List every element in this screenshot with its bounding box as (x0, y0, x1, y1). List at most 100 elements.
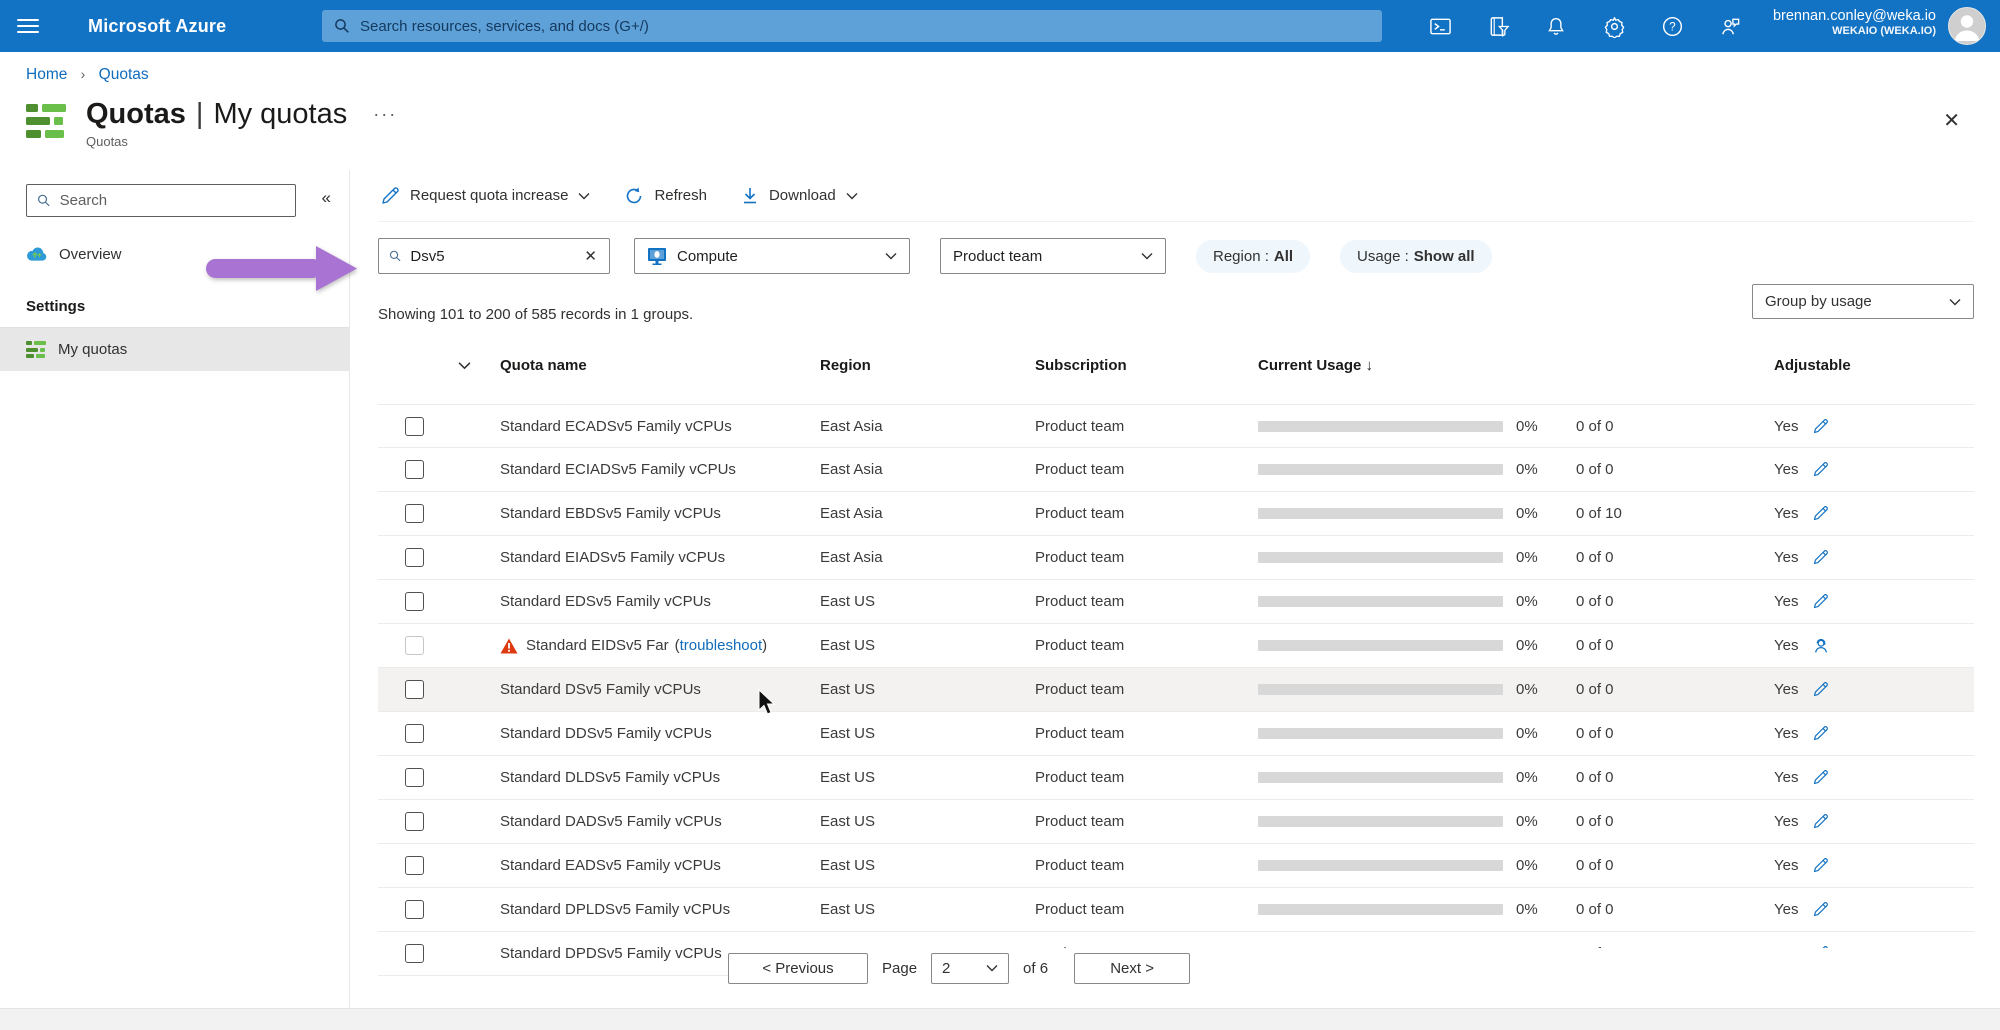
subscription-dropdown[interactable]: Product team (940, 238, 1166, 274)
quota-filter-search-box[interactable]: ✕ (378, 238, 610, 274)
usage-progress-bar (1258, 772, 1503, 783)
row-checkbox[interactable] (405, 944, 424, 963)
avatar[interactable] (1948, 7, 1986, 45)
usage-percent: 0% (1516, 813, 1538, 830)
usage-count: 0 of 0 (1576, 417, 1614, 435)
close-icon[interactable]: ✕ (1943, 108, 1960, 133)
global-search-bar[interactable] (322, 10, 1382, 42)
download-button[interactable]: Download (739, 182, 860, 210)
row-checkbox[interactable] (405, 548, 424, 567)
cloud-shell-icon[interactable] (1428, 14, 1452, 38)
chevron-down-icon (885, 253, 897, 260)
table-row[interactable]: Standard EBDSv5 Family vCPUs East Asia Pro… (378, 492, 1974, 536)
column-header-adjustable[interactable]: Adjustable (1774, 357, 1974, 374)
column-header-current-usage[interactable]: Current Usage ↓ (1258, 357, 1516, 374)
next-page-button[interactable]: Next > (1074, 952, 1191, 984)
sidebar-search-input[interactable] (59, 192, 285, 209)
row-checkbox[interactable] (405, 460, 424, 479)
settings-gear-icon[interactable] (1602, 14, 1626, 38)
table-row[interactable]: Standard EIDSv5 Far (troubleshoot) East US… (378, 624, 1974, 668)
hamburger-menu-icon[interactable] (0, 0, 56, 52)
group-collapse-icon[interactable] (458, 361, 500, 370)
notifications-bell-icon[interactable] (1544, 14, 1568, 38)
row-checkbox[interactable] (405, 812, 424, 831)
row-checkbox[interactable] (405, 856, 424, 875)
sidebar-collapse-icon[interactable]: « (322, 188, 331, 208)
azure-brand-logo[interactable]: Microsoft Azure (88, 16, 226, 37)
adjustable-value: Yes (1774, 681, 1799, 698)
edit-pencil-icon[interactable] (1812, 813, 1829, 830)
sidebar-item-label: Overview (59, 245, 122, 263)
account-menu[interactable]: brennan.conley@weka.io WEKAIO (WEKA.IO) (1773, 7, 1936, 39)
table-row[interactable]: Standard DADSv5 Family vCPUs East US Produ… (378, 800, 1974, 844)
table-row[interactable]: Standard ECIADSv5 Family vCPUs East Asia P… (378, 448, 1974, 492)
table-row[interactable]: Standard EDSv5 Family vCPUs East US Produc… (378, 580, 1974, 624)
table-row[interactable]: Standard DDSv5 Family vCPUs East US Produc… (378, 712, 1974, 756)
more-options-icon[interactable]: ··· (373, 104, 397, 125)
row-checkbox[interactable] (405, 416, 424, 436)
table-row[interactable]: Standard DPLDSv5 Family vCPUs East US Prod… (378, 888, 1974, 932)
search-icon (389, 250, 401, 262)
edit-pencil-icon[interactable] (1812, 681, 1829, 698)
edit-pencil-icon[interactable] (1812, 505, 1829, 522)
table-row[interactable]: Standard ECADSv5 Family vCPUs East Asia Pr… (378, 404, 1974, 448)
edit-pencil-icon[interactable] (1812, 593, 1829, 610)
subscription-cell: Product team (1035, 857, 1125, 874)
edit-pencil-icon[interactable] (1812, 769, 1829, 786)
edit-pencil-icon[interactable] (1812, 857, 1829, 874)
edit-pencil-icon[interactable] (1812, 461, 1829, 478)
breadcrumb-quotas-link[interactable]: Quotas (99, 66, 149, 83)
group-by-dropdown[interactable]: Group by usage (1752, 284, 1974, 319)
edit-pencil-icon[interactable] (1812, 418, 1829, 435)
row-checkbox[interactable] (405, 724, 424, 743)
edit-pencil-icon[interactable] (1812, 901, 1829, 918)
previous-page-button[interactable]: < Previous (728, 952, 868, 984)
row-checkbox[interactable] (405, 768, 424, 787)
row-checkbox[interactable] (405, 504, 424, 523)
table-row[interactable]: Standard EADSv5 Family vCPUs East US Produ… (378, 844, 1974, 888)
usage-count: 0 of 0 (1576, 857, 1614, 874)
region-filter-pill[interactable]: Region : All (1196, 239, 1311, 273)
sidebar-search-box[interactable] (26, 184, 296, 217)
global-search-input[interactable] (360, 17, 1370, 35)
support-request-icon[interactable] (1812, 637, 1830, 655)
region-cell: East US (820, 901, 876, 918)
usage-percent: 0% (1516, 725, 1538, 742)
sidebar-item-overview[interactable]: Overview (0, 234, 349, 274)
refresh-button[interactable]: Refresh (622, 182, 709, 210)
sidebar-item-my-quotas[interactable]: My quotas (0, 327, 349, 371)
quota-filter-input[interactable] (410, 247, 574, 265)
breadcrumb-home-link[interactable]: Home (26, 66, 67, 83)
table-row[interactable]: Standard EIADSv5 Family vCPUs East Asia Pr… (378, 536, 1974, 580)
usage-count: 0 of 10 (1576, 505, 1622, 522)
row-checkbox[interactable] (405, 680, 424, 699)
usage-progress-bar (1258, 596, 1503, 607)
column-header-subscription[interactable]: Subscription (1035, 357, 1258, 374)
table-row[interactable]: Standard DSv5 Family vCPUs East US Product… (378, 668, 1974, 712)
usage-count: 0 of 0 (1576, 549, 1614, 566)
table-row[interactable]: Standard DLDSv5 Family vCPUs East US Produ… (378, 756, 1974, 800)
table-header: Quota name Region Subscription Current U… (378, 342, 1974, 388)
column-header-quota-name[interactable]: Quota name (500, 357, 820, 374)
clear-search-icon[interactable]: ✕ (582, 247, 599, 265)
region-cell: East US (820, 681, 876, 698)
breadcrumb-separator: › (80, 66, 86, 82)
edit-pencil-icon[interactable] (1812, 725, 1829, 742)
usage-progress-bar (1258, 552, 1503, 563)
request-quota-increase-button[interactable]: Request quota increase (378, 182, 592, 210)
region-cell: East US (820, 813, 876, 830)
row-checkbox[interactable] (405, 592, 424, 611)
adjustable-value: Yes (1774, 725, 1799, 742)
provider-dropdown[interactable]: Compute (634, 238, 910, 274)
feedback-icon[interactable] (1718, 14, 1742, 38)
usage-filter-pill[interactable]: Usage : Show all (1340, 239, 1492, 273)
row-checkbox[interactable] (405, 900, 424, 919)
page-number-dropdown[interactable]: 2 (931, 952, 1010, 984)
column-header-region[interactable]: Region (820, 357, 1035, 374)
region-cell: East US (820, 637, 876, 654)
row-checkbox[interactable] (405, 636, 424, 655)
edit-pencil-icon[interactable] (1812, 549, 1829, 566)
help-icon[interactable]: ? (1660, 14, 1684, 38)
directories-filter-icon[interactable] (1486, 14, 1510, 38)
troubleshoot-link[interactable]: troubleshoot (680, 637, 763, 654)
